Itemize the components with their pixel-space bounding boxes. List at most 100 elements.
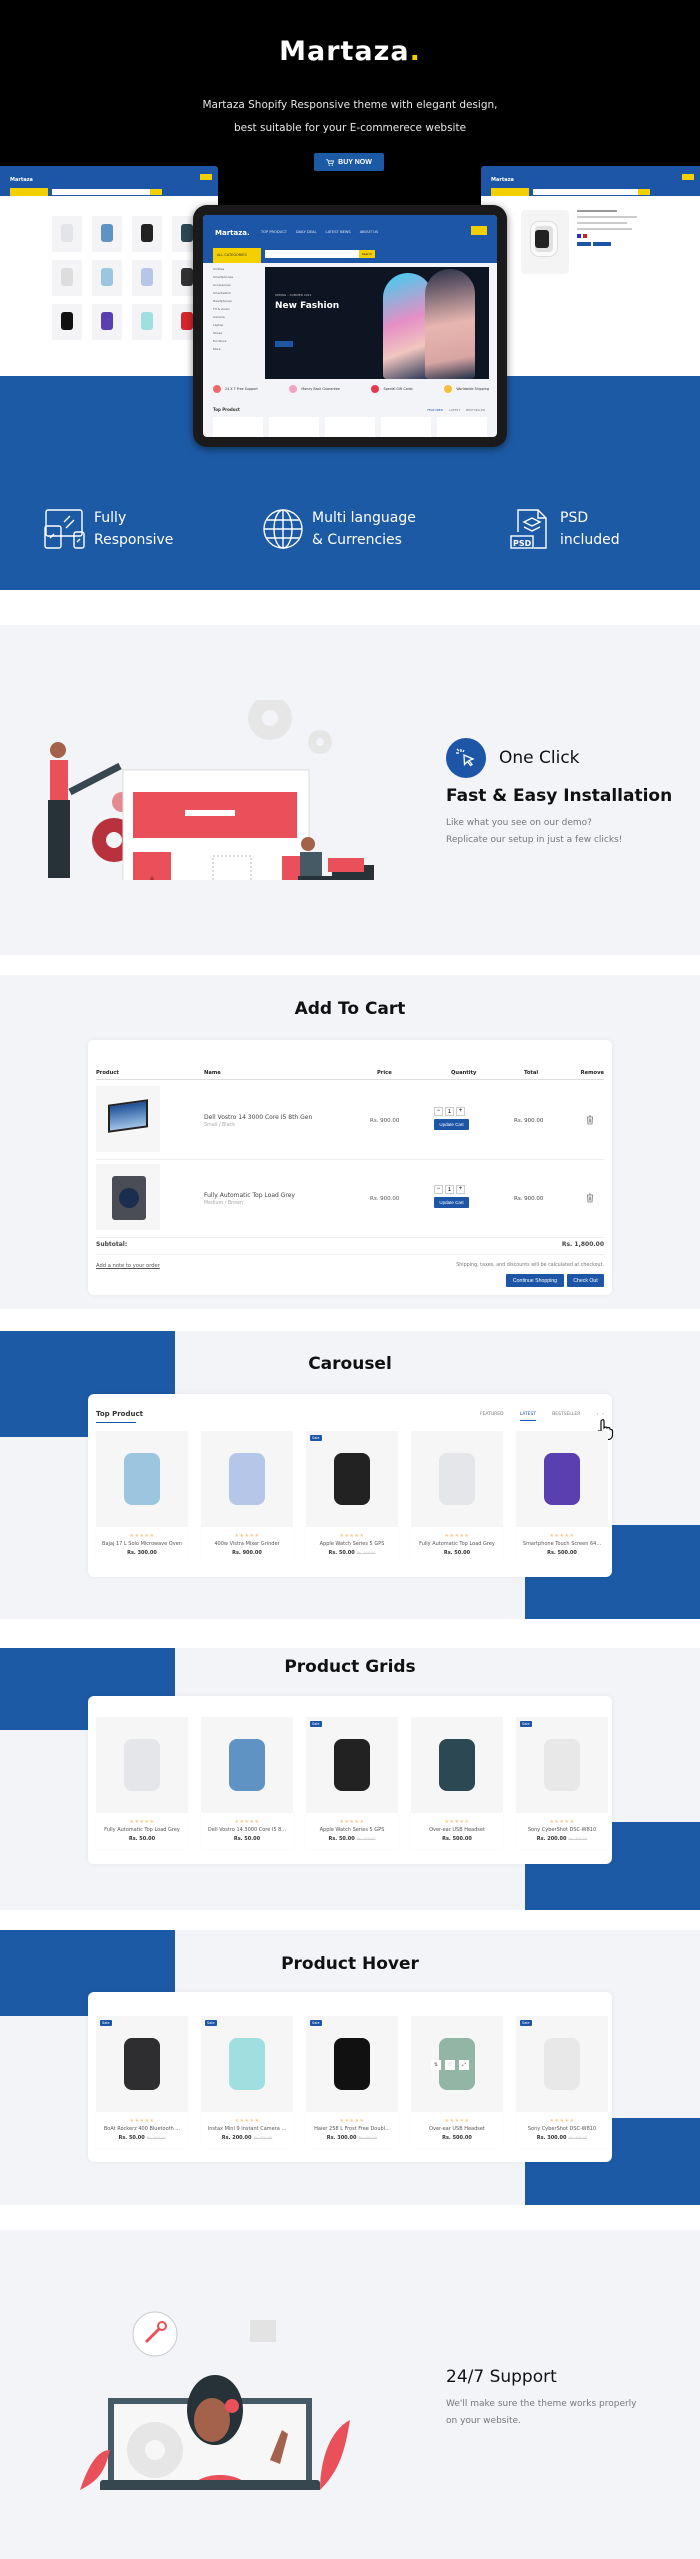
tablet-feature: Worldwide Shipping [444,385,489,393]
product-card[interactable]: ★★★★★ Bajaj 17 L Solo Microwave Oven Rs. 3… [96,1431,188,1563]
product-photo [544,1739,580,1791]
add-note-link[interactable]: Add a note to your order [96,1263,160,1269]
product-card[interactable]: ⇅ ♡ ⤢ ★★★★★ Over-ear USB Headset Rs. 500.00 [411,2016,503,2148]
mockup-search-button [638,189,650,195]
update-cart-button[interactable]: Update Cart [434,1197,469,1208]
product-photo [544,1453,580,1505]
product-image[interactable]: Sale [516,1717,608,1813]
one-click-title: One Click [499,748,580,768]
feature-text: PSD included [560,507,620,551]
product-price: Rs. 50.00 Rs. 100.00 [96,2135,188,2141]
product-hover-card: Sale ★★★★★ BoAt Rockerz 400 Bluetooth ... R… [88,1992,612,2162]
product-card[interactable]: Sale ★★★★★ Haier 258 L Frost Free Doubl...… [306,2016,398,2148]
compare-icon[interactable]: ⇅ [431,2060,441,2070]
product-card[interactable]: Sale ★★★★★ Instax Mini 9 Instant Camera ..… [201,2016,293,2148]
product-name[interactable]: Over-ear USB Headset [411,2126,503,2132]
current-price: Rs. 50.00 [443,1550,471,1556]
quick-view-icon[interactable]: ⤢ [459,2060,469,2070]
product-name[interactable]: Over-ear USB Headset [411,1827,503,1833]
tab-bestseller[interactable]: BESTSELLER [552,1412,580,1421]
product-price: Rs. 500.00 [411,2135,503,2141]
product-name[interactable]: Sony CyberShot DSC-W810 [516,2126,608,2132]
cart-row: Dell Vostro 14 3000 Core I5 8th Gen Smal… [96,1082,604,1160]
product-name[interactable]: Apple Watch Series 5 GPS [306,1541,398,1547]
trash-icon[interactable] [586,1193,594,1203]
mockup-product [52,216,82,252]
product-name[interactable]: Fully Automatic Top Load Grey [411,1541,503,1547]
product-card[interactable]: Sale ★★★★★ Apple Watch Series 5 GPS Rs. 50.… [306,1717,398,1849]
tab-featured[interactable]: FEATURED [480,1412,504,1421]
product-card[interactable]: Sale ★★★★★ Sony CyberShot DSC-W810 Rs. 200.… [516,1717,608,1849]
product-name[interactable]: Bajaj 17 L Solo Microwave Oven [96,1541,188,1547]
wishlist-heart-icon[interactable]: ♡ [445,2060,455,2070]
product-name[interactable]: Haier 258 L Frost Free Doubl... [306,2126,398,2132]
product-name[interactable]: Instax Mini 9 Instant Camera ... [201,2126,293,2132]
product-image[interactable] [96,1431,188,1527]
continue-shopping-button[interactable]: Continue Shopping [506,1274,564,1287]
sale-badge: Sale [205,2020,217,2026]
product-image[interactable]: Sale [306,1717,398,1813]
quantity-input[interactable] [445,1107,454,1116]
product-name[interactable]: Smartphone Touch Screen 64... [516,1541,608,1547]
product-card[interactable]: ★★★★★ Fully Automatic Top Load Grey Rs. 50… [411,1431,503,1563]
product-card[interactable]: Sale ★★★★★ BoAt Rockerz 400 Bluetooth ... R… [96,2016,188,2148]
product-image[interactable]: Sale [306,2016,398,2112]
product-name[interactable]: Fully Automatic Top Load Grey [96,1827,188,1833]
installation-heading: Fast & Easy Installation [446,786,673,806]
cart-row: Fully Automatic Top Load Grey Medium / B… [96,1160,604,1238]
checkout-button[interactable]: Check Out [567,1274,604,1287]
tablet-product [437,417,487,437]
decrement-button[interactable]: − [434,1107,443,1116]
product-name[interactable]: 400w Vistra Mixer Grinder [201,1541,293,1547]
gift-icon [371,385,380,393]
product-card[interactable]: ★★★★★ Over-ear USB Headset Rs. 500.00 [411,1717,503,1849]
product-image[interactable]: Sale [306,1431,398,1527]
product-image[interactable]: Sale [516,2016,608,2112]
carousel-tabs: FEATURED LATEST BESTSELLER ‹ › [480,1412,604,1421]
product-image[interactable] [201,1717,293,1813]
buy-now-button[interactable]: BUY NOW [314,153,384,171]
carousel-title: Carousel [308,1354,392,1374]
product-name[interactable]: Fully Automatic Top Load Grey [204,1192,295,1199]
product-image[interactable] [411,1431,503,1527]
product-name[interactable]: Sony CyberShot DSC-W810 [516,1827,608,1833]
trash-icon[interactable] [586,1115,594,1125]
product-card[interactable]: ★★★★★ Dell Vostro 14 3000 Core I5 8... Rs.… [201,1717,293,1849]
product-image[interactable]: ⇅ ♡ ⤢ [411,2016,503,2112]
product-card[interactable]: ★★★★★ Fully Automatic Top Load Grey Rs. 50… [96,1717,188,1849]
product-name[interactable]: BoAt Rockerz 400 Bluetooth ... [96,2126,188,2132]
increment-button[interactable]: + [456,1185,465,1194]
description-line: We'll make sure the theme works properly [446,2399,637,2409]
decrement-button[interactable]: − [434,1185,443,1194]
buy-now-label: BUY NOW [338,158,372,166]
tab-latest[interactable]: LATEST [519,1412,537,1421]
product-image[interactable]: Sale [201,2016,293,2112]
product-card[interactable]: ★★★★★ Smartphone Touch Screen 64... Rs. 50… [516,1431,608,1563]
increment-button[interactable]: + [456,1107,465,1116]
product-name[interactable]: Apple Watch Series 5 GPS [306,1827,398,1833]
description-line: on your website. [446,2416,521,2426]
product-image[interactable] [96,1717,188,1813]
product-card[interactable]: Sale ★★★★★ Apple Watch Series 5 GPS Rs. 50.… [306,1431,398,1563]
product-name[interactable]: Dell Vostro 14 3000 Core I5 8... [201,1827,293,1833]
rating-stars: ★★★★★ [339,2118,365,2124]
product-name[interactable]: Dell Vostro 14 3000 Core I5 8th Gen [204,1114,312,1121]
product-card[interactable]: ★★★★★ 400w Vistra Mixer Grinder Rs. 900.00 [201,1431,293,1563]
product-image[interactable]: Sale [96,2016,188,2112]
product-price: Rs. 50.00 [96,1836,188,1842]
tablet-nav-item: DAILY DEAL [295,230,317,234]
product-info: ★★★★★ Bajaj 17 L Solo Microwave Oven Rs. 3… [96,1527,188,1563]
tablet-product [269,417,319,437]
product-image[interactable] [411,1717,503,1813]
support-illustration [80,2311,350,2490]
cart-table-card: Product Name Price Quantity Total Remove… [88,1040,612,1295]
product-price: Rs. 300.00 [96,1550,188,1556]
product-card[interactable]: Sale ★★★★★ Sony CyberShot DSC-W810 Rs. 300.… [516,2016,608,2148]
product-image[interactable] [201,1431,293,1527]
quantity-input[interactable] [445,1185,454,1194]
old-price: Rs. 100.00 [146,2136,166,2140]
update-cart-button[interactable]: Update Cart [434,1119,469,1130]
product-price: Rs. 50.00 Rs. 100.00 [306,1550,398,1556]
product-image[interactable] [516,1431,608,1527]
tablet-product [325,417,375,437]
